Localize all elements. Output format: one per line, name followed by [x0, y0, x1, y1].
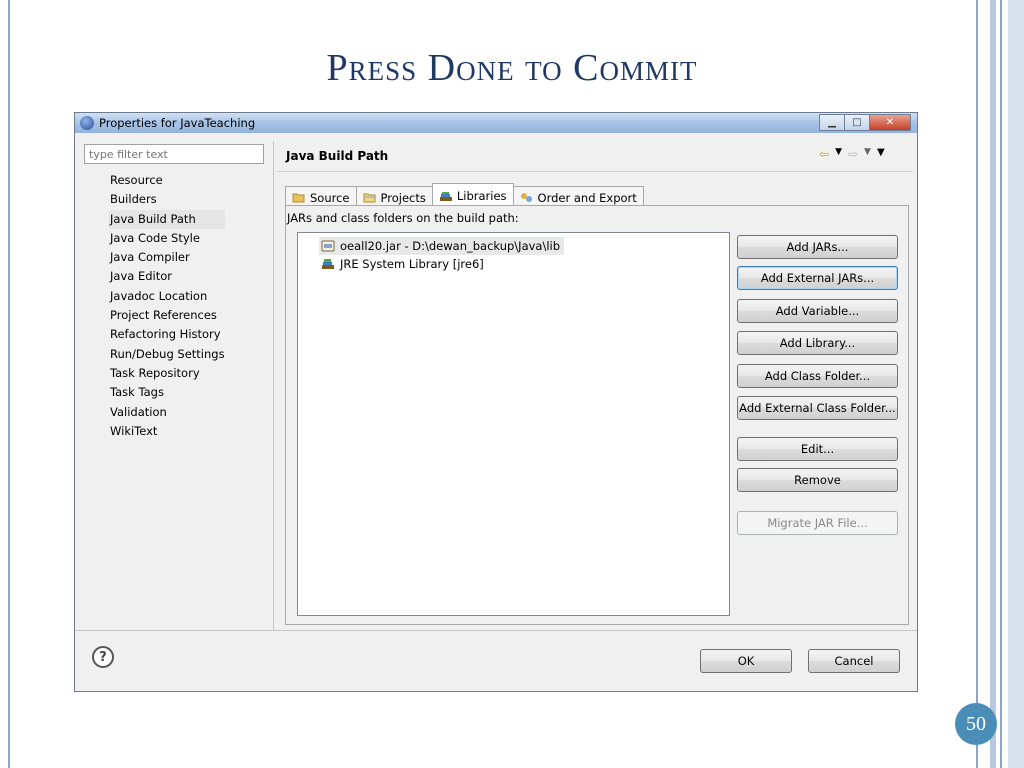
nav-item[interactable]: Run/Debug Settings	[109, 345, 225, 364]
projects-icon	[363, 192, 377, 203]
add-library-button[interactable]: Add Library...	[737, 331, 898, 355]
list-item[interactable]: JRE System Library [jre6]	[319, 255, 488, 273]
back-icon[interactable]: ⇦	[819, 147, 829, 161]
window-controls: ▁ □ ✕	[819, 114, 911, 131]
nav-item[interactable]: Javadoc Location	[109, 287, 225, 306]
jar-icon	[321, 240, 335, 252]
libraries-icon	[439, 191, 453, 202]
list-item[interactable]: oeall20.jar - D:\dewan_backup\Java\lib	[319, 237, 565, 255]
nav-item[interactable]: Builders	[109, 190, 225, 209]
eclipse-icon	[80, 116, 94, 130]
footer-divider	[75, 630, 917, 631]
nav-item[interactable]: Java Build Path	[109, 209, 225, 229]
nav-item[interactable]: Java Code Style	[109, 229, 225, 248]
panel-divider[interactable]	[273, 141, 274, 631]
forward-icon[interactable]: ⇨	[848, 147, 858, 161]
tab-projects[interactable]: Projects	[355, 186, 433, 206]
remove-button[interactable]: Remove	[737, 468, 898, 492]
library-icon	[321, 258, 335, 270]
nav-item[interactable]: WikiText	[109, 422, 225, 441]
help-icon[interactable]: ?	[92, 646, 114, 668]
minimize-icon[interactable]: ▁	[819, 114, 845, 131]
close-icon[interactable]: ✕	[869, 114, 911, 131]
page-number-badge: 50	[955, 703, 997, 745]
nav-item[interactable]: Validation	[109, 403, 225, 422]
tab-label: Projects	[380, 190, 426, 205]
tab-libraries[interactable]: Libraries	[431, 183, 514, 206]
migrate-jar-button[interactable]: Migrate JAR File...	[737, 511, 898, 535]
back-menu-chevron-icon[interactable]: ▼	[835, 147, 842, 161]
nav-item[interactable]: Java Editor	[109, 267, 225, 286]
add-external-class-folder-button[interactable]: Add External Class Folder...	[737, 396, 898, 420]
slide-title: Press Done to Commit	[326, 47, 698, 89]
nav-item[interactable]: Task Tags	[109, 383, 225, 402]
nav-item[interactable]: Refactoring History	[109, 325, 225, 344]
nav-item[interactable]: Resource	[109, 171, 225, 190]
dialog-titlebar[interactable]: Properties for JavaTeaching ▁ □ ✕	[75, 113, 917, 133]
view-menu-icon[interactable]: ▼	[877, 147, 885, 161]
nav-tree: Resource Builders Java Build Path Java Code…	[109, 171, 225, 441]
tab-label: Source	[310, 190, 350, 205]
tab-label: Libraries	[456, 189, 507, 203]
nav-item[interactable]: Task Repository	[109, 364, 225, 383]
add-class-folder-button[interactable]: Add Class Folder...	[737, 364, 898, 388]
slide-right-border	[976, 0, 1024, 768]
list-item-label: JRE System Library [jre6]	[340, 257, 484, 271]
source-folder-icon	[292, 192, 306, 203]
nav-item[interactable]: Project References	[109, 306, 225, 325]
jars-label-text: JARs and class folders on the build path…	[287, 211, 519, 225]
jar-list[interactable]: oeall20.jar - D:\dewan_backup\Java\lib JR…	[297, 232, 730, 616]
edit-button[interactable]: Edit...	[737, 437, 898, 461]
slide-left-border	[8, 0, 10, 768]
forward-menu-chevron-icon[interactable]: ▼	[864, 147, 871, 161]
properties-dialog: Properties for JavaTeaching ▁ □ ✕ Resour…	[74, 112, 918, 692]
add-variable-button[interactable]: Add Variable...	[737, 299, 898, 323]
cancel-button[interactable]: Cancel	[808, 649, 900, 673]
order-export-icon	[520, 192, 534, 203]
jars-label: JARs and class folders on the build path…	[287, 211, 519, 225]
dialog-title: Properties for JavaTeaching	[99, 116, 256, 130]
history-navigation: ⇦ ▼ ⇨ ▼ ▼	[819, 147, 885, 161]
filter-input[interactable]	[84, 144, 264, 164]
tab-label: Order and Export	[537, 190, 637, 205]
header-divider	[277, 171, 913, 172]
tab-bar: Source Projects Libraries Order and Export	[285, 183, 644, 206]
ok-button[interactable]: OK	[700, 649, 792, 673]
tab-order-and-export[interactable]: Order and Export	[512, 186, 644, 206]
maximize-icon[interactable]: □	[844, 114, 870, 131]
tab-source[interactable]: Source	[285, 186, 357, 206]
page-title: Java Build Path	[286, 149, 389, 163]
nav-item[interactable]: Java Compiler	[109, 248, 225, 267]
add-jars-button[interactable]: Add JARs...	[737, 235, 898, 259]
add-external-jars-button[interactable]: Add External JARs...	[737, 266, 898, 290]
list-item-label: oeall20.jar - D:\dewan_backup\Java\lib	[340, 239, 561, 253]
